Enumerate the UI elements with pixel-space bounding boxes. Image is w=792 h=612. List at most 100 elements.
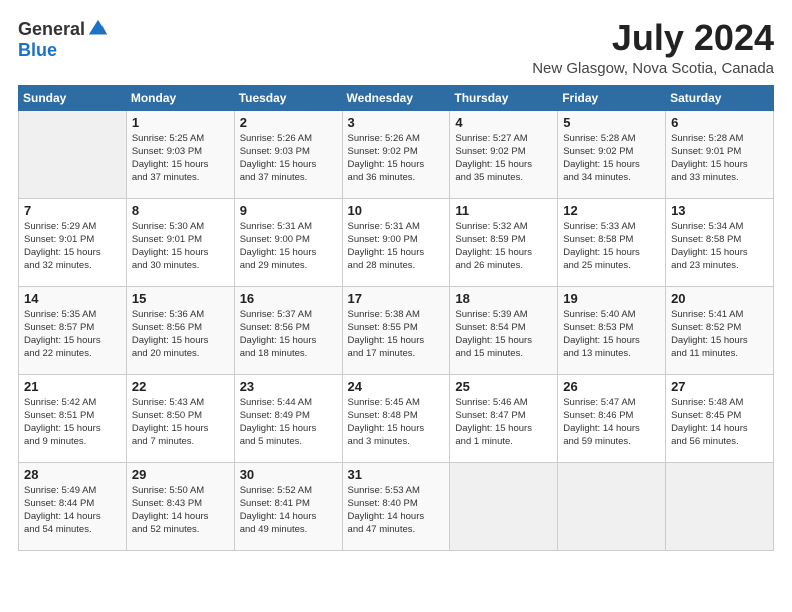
calendar-cell: 22 Sunrise: 5:43 AM Sunset: 8:50 PM Dayli…	[126, 374, 234, 462]
month-title: July 2024	[532, 18, 774, 58]
calendar-cell: 10 Sunrise: 5:31 AM Sunset: 9:00 PM Dayli…	[342, 198, 450, 286]
calendar-week-2: 7 Sunrise: 5:29 AM Sunset: 9:01 PM Daylig…	[19, 198, 774, 286]
day-number: 7	[24, 203, 121, 218]
page: General Blue July 2024 New Glasgow, Nova…	[0, 0, 792, 612]
calendar-cell: 27 Sunrise: 5:48 AM Sunset: 8:45 PM Dayli…	[666, 374, 774, 462]
day-number: 28	[24, 467, 121, 482]
weekday-header-sunday: Sunday	[19, 85, 127, 110]
day-info: Sunrise: 5:48 AM Sunset: 8:45 PM Dayligh…	[671, 396, 768, 449]
day-number: 22	[132, 379, 229, 394]
day-info: Sunrise: 5:35 AM Sunset: 8:57 PM Dayligh…	[24, 308, 121, 361]
header: General Blue July 2024 New Glasgow, Nova…	[18, 18, 774, 77]
day-number: 12	[563, 203, 660, 218]
calendar-cell	[19, 110, 127, 198]
calendar-cell: 30Sunrise: 5:52 AM Sunset: 8:41 PM Dayli…	[234, 462, 342, 550]
day-info: Sunrise: 5:47 AM Sunset: 8:46 PM Dayligh…	[563, 396, 660, 449]
day-number: 11	[455, 203, 552, 218]
day-number: 2	[240, 115, 337, 130]
day-info: Sunrise: 5:42 AM Sunset: 8:51 PM Dayligh…	[24, 396, 121, 449]
day-info: Sunrise: 5:41 AM Sunset: 8:52 PM Dayligh…	[671, 308, 768, 361]
day-info: Sunrise: 5:44 AM Sunset: 8:49 PM Dayligh…	[240, 396, 337, 449]
day-number: 8	[132, 203, 229, 218]
day-info: Sunrise: 5:46 AM Sunset: 8:47 PM Dayligh…	[455, 396, 552, 449]
location-title: New Glasgow, Nova Scotia, Canada	[532, 60, 774, 77]
calendar-cell: 11 Sunrise: 5:32 AM Sunset: 8:59 PM Dayli…	[450, 198, 558, 286]
day-number: 23	[240, 379, 337, 394]
day-info: Sunrise: 5:45 AM Sunset: 8:48 PM Dayligh…	[348, 396, 445, 449]
logo-general-text: General	[18, 19, 85, 40]
day-number: 21	[24, 379, 121, 394]
day-number: 20	[671, 291, 768, 306]
day-info: Sunrise: 5:29 AM Sunset: 9:01 PM Dayligh…	[24, 220, 121, 273]
calendar-cell: 25 Sunrise: 5:46 AM Sunset: 8:47 PM Dayli…	[450, 374, 558, 462]
calendar-cell: 21 Sunrise: 5:42 AM Sunset: 8:51 PM Dayli…	[19, 374, 127, 462]
calendar-cell: 12 Sunrise: 5:33 AM Sunset: 8:58 PM Dayli…	[558, 198, 666, 286]
calendar-cell	[666, 462, 774, 550]
day-info: Sunrise: 5:31 AM Sunset: 9:00 PM Dayligh…	[240, 220, 337, 273]
logo-blue-text: Blue	[18, 40, 57, 61]
calendar-cell: 18Sunrise: 5:39 AM Sunset: 8:54 PM Dayli…	[450, 286, 558, 374]
day-info: Sunrise: 5:50 AM Sunset: 8:43 PM Dayligh…	[132, 484, 229, 537]
weekday-header-friday: Friday	[558, 85, 666, 110]
day-number: 27	[671, 379, 768, 394]
day-info: Sunrise: 5:53 AM Sunset: 8:40 PM Dayligh…	[348, 484, 445, 537]
day-number: 4	[455, 115, 552, 130]
calendar-cell: 7 Sunrise: 5:29 AM Sunset: 9:01 PM Daylig…	[19, 198, 127, 286]
day-info: Sunrise: 5:40 AM Sunset: 8:53 PM Dayligh…	[563, 308, 660, 361]
day-number: 17	[348, 291, 445, 306]
calendar-week-1: 1Sunrise: 5:25 AM Sunset: 9:03 PM Daylig…	[19, 110, 774, 198]
day-info: Sunrise: 5:31 AM Sunset: 9:00 PM Dayligh…	[348, 220, 445, 273]
day-info: Sunrise: 5:39 AM Sunset: 8:54 PM Dayligh…	[455, 308, 552, 361]
day-number: 3	[348, 115, 445, 130]
weekday-header-monday: Monday	[126, 85, 234, 110]
calendar-cell: 19 Sunrise: 5:40 AM Sunset: 8:53 PM Dayli…	[558, 286, 666, 374]
day-number: 25	[455, 379, 552, 394]
day-info: Sunrise: 5:28 AM Sunset: 9:01 PM Dayligh…	[671, 132, 768, 185]
logo: General Blue	[18, 18, 109, 61]
title-area: July 2024 New Glasgow, Nova Scotia, Cana…	[532, 18, 774, 77]
calendar-cell	[558, 462, 666, 550]
day-number: 30	[240, 467, 337, 482]
calendar-cell: 8Sunrise: 5:30 AM Sunset: 9:01 PM Daylig…	[126, 198, 234, 286]
day-info: Sunrise: 5:26 AM Sunset: 9:03 PM Dayligh…	[240, 132, 337, 185]
day-info: Sunrise: 5:27 AM Sunset: 9:02 PM Dayligh…	[455, 132, 552, 185]
day-number: 10	[348, 203, 445, 218]
day-info: Sunrise: 5:36 AM Sunset: 8:56 PM Dayligh…	[132, 308, 229, 361]
day-info: Sunrise: 5:37 AM Sunset: 8:56 PM Dayligh…	[240, 308, 337, 361]
day-number: 26	[563, 379, 660, 394]
calendar-week-4: 21 Sunrise: 5:42 AM Sunset: 8:51 PM Dayli…	[19, 374, 774, 462]
calendar-cell: 26 Sunrise: 5:47 AM Sunset: 8:46 PM Dayli…	[558, 374, 666, 462]
day-number: 9	[240, 203, 337, 218]
calendar-cell: 15 Sunrise: 5:36 AM Sunset: 8:56 PM Dayli…	[126, 286, 234, 374]
day-info: Sunrise: 5:49 AM Sunset: 8:44 PM Dayligh…	[24, 484, 121, 537]
day-info: Sunrise: 5:43 AM Sunset: 8:50 PM Dayligh…	[132, 396, 229, 449]
calendar-cell: 24Sunrise: 5:45 AM Sunset: 8:48 PM Dayli…	[342, 374, 450, 462]
calendar-cell: 31Sunrise: 5:53 AM Sunset: 8:40 PM Dayli…	[342, 462, 450, 550]
calendar-cell: 4 Sunrise: 5:27 AM Sunset: 9:02 PM Daylig…	[450, 110, 558, 198]
day-number: 19	[563, 291, 660, 306]
day-info: Sunrise: 5:32 AM Sunset: 8:59 PM Dayligh…	[455, 220, 552, 273]
calendar-cell: 1Sunrise: 5:25 AM Sunset: 9:03 PM Daylig…	[126, 110, 234, 198]
calendar-cell: 20 Sunrise: 5:41 AM Sunset: 8:52 PM Dayli…	[666, 286, 774, 374]
calendar-cell: 14 Sunrise: 5:35 AM Sunset: 8:57 PM Dayli…	[19, 286, 127, 374]
day-info: Sunrise: 5:33 AM Sunset: 8:58 PM Dayligh…	[563, 220, 660, 273]
calendar-week-5: 28 Sunrise: 5:49 AM Sunset: 8:44 PM Dayli…	[19, 462, 774, 550]
calendar-cell: 5Sunrise: 5:28 AM Sunset: 9:02 PM Daylig…	[558, 110, 666, 198]
day-number: 15	[132, 291, 229, 306]
weekday-header-thursday: Thursday	[450, 85, 558, 110]
day-number: 6	[671, 115, 768, 130]
day-number: 13	[671, 203, 768, 218]
day-info: Sunrise: 5:28 AM Sunset: 9:02 PM Dayligh…	[563, 132, 660, 185]
day-number: 14	[24, 291, 121, 306]
weekday-header-row: SundayMondayTuesdayWednesdayThursdayFrid…	[19, 85, 774, 110]
day-number: 1	[132, 115, 229, 130]
calendar-cell: 29Sunrise: 5:50 AM Sunset: 8:43 PM Dayli…	[126, 462, 234, 550]
calendar-cell: 13Sunrise: 5:34 AM Sunset: 8:58 PM Dayli…	[666, 198, 774, 286]
calendar-cell: 28 Sunrise: 5:49 AM Sunset: 8:44 PM Dayli…	[19, 462, 127, 550]
calendar-cell: 23 Sunrise: 5:44 AM Sunset: 8:49 PM Dayli…	[234, 374, 342, 462]
day-info: Sunrise: 5:26 AM Sunset: 9:02 PM Dayligh…	[348, 132, 445, 185]
day-number: 16	[240, 291, 337, 306]
calendar-cell: 17Sunrise: 5:38 AM Sunset: 8:55 PM Dayli…	[342, 286, 450, 374]
weekday-header-tuesday: Tuesday	[234, 85, 342, 110]
logo-icon	[87, 18, 109, 40]
